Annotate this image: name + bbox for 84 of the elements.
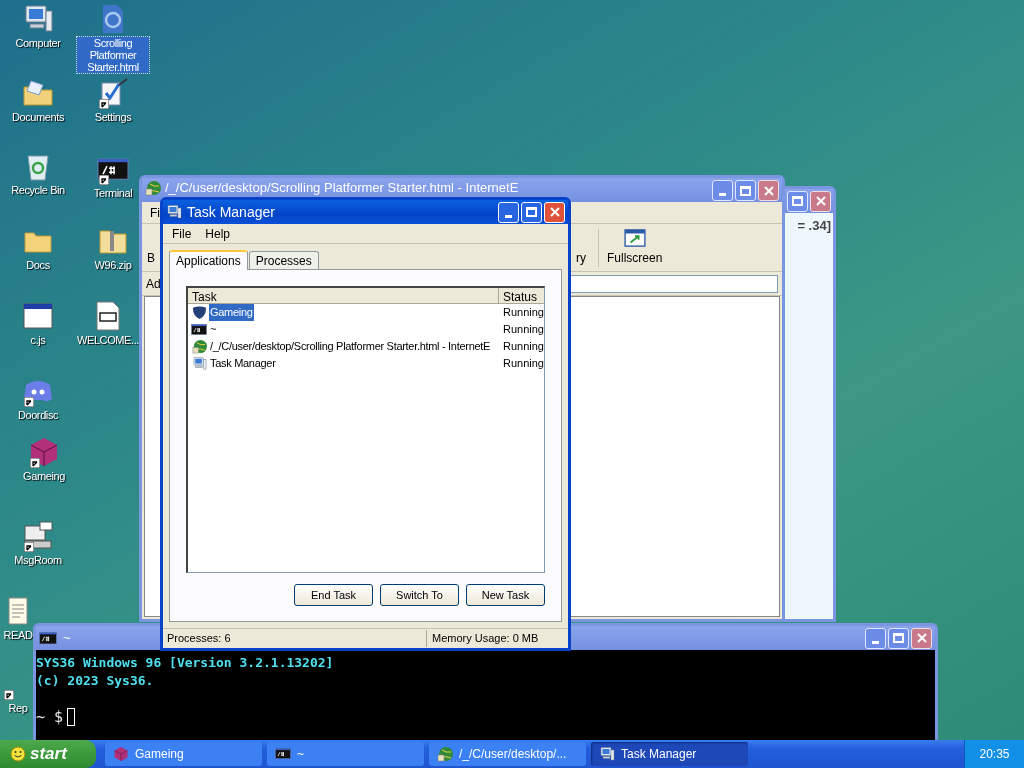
desktop-icon-label[interactable]: Docs [25, 259, 51, 271]
toolbar-label[interactable]: B [147, 249, 155, 267]
dialog-button[interactable]: End Task [294, 584, 373, 606]
cursor [67, 708, 76, 726]
terminal-icon [191, 323, 207, 336]
task-status: Running [502, 339, 544, 355]
window-icon [22, 300, 54, 332]
address-field[interactable] [568, 274, 778, 293]
desktop-icon-label[interactable]: READ [2, 629, 34, 641]
maximize-button[interactable] [888, 627, 909, 649]
terminal-icon [39, 631, 57, 645]
desktop-icon-label[interactable]: Gameing [22, 470, 66, 482]
close-button[interactable] [810, 190, 831, 212]
terminal-line: SYS36 Windows 96 [Version 3.2.1.13202] [36, 654, 335, 672]
menu-item[interactable]: Fi [150, 203, 160, 222]
terminal-icon [275, 748, 291, 760]
desktop-icon-label[interactable]: WELCOME... [76, 334, 140, 346]
clock: 20:35 [979, 746, 1010, 763]
close-icon [815, 196, 826, 206]
window-text: = .34] [797, 217, 831, 235]
minimize-button[interactable] [865, 627, 886, 649]
close-button[interactable] [911, 627, 932, 649]
close-icon [763, 185, 774, 196]
column-header[interactable]: Status [499, 288, 544, 303]
desktop-icon-label[interactable]: Doordisc [16, 409, 60, 421]
tab[interactable]: Processes [248, 251, 319, 269]
desktop-icon-label[interactable]: Recycle Bin [10, 184, 66, 196]
desktop-icon-label[interactable]: c.js [29, 334, 47, 346]
computer-icon [22, 520, 54, 552]
desktop-icon-label[interactable]: MsgRoom [13, 554, 63, 566]
toolbar-label[interactable]: ry [576, 249, 586, 267]
desktop-icon-label[interactable]: Rep [7, 702, 29, 714]
task-name[interactable]: ~ [209, 321, 218, 338]
terminal-prompt: ~ $ [36, 708, 64, 726]
task-status: Running [502, 305, 544, 321]
terminal-icon [97, 157, 129, 181]
menu-item[interactable]: File [167, 224, 197, 243]
globe-icon [437, 746, 453, 762]
dialog-button[interactable]: Switch To [380, 584, 459, 606]
dialog-button[interactable]: New Task [466, 584, 545, 606]
fullscreen-button[interactable]: Fullscreen [598, 229, 663, 267]
fullscreen-icon [623, 229, 646, 247]
shield-icon [191, 305, 207, 320]
task-name[interactable]: /_/C/user/desktop/Scrolling Platformer Starter.html - InternetE [209, 338, 492, 355]
close-button[interactable] [758, 180, 779, 201]
desktop-icon-label[interactable]: Scrolling Platformer Starter.html [77, 37, 149, 73]
task-status: Running [502, 356, 544, 372]
taskbar-button[interactable]: Gameing [105, 742, 262, 766]
desktop-icon-label[interactable]: Computer [14, 37, 62, 49]
address-label: Ad [146, 275, 161, 293]
minimize-button[interactable] [712, 180, 733, 201]
desktop-icon-label[interactable]: Settings [93, 111, 133, 123]
computer-icon [166, 204, 182, 220]
maximize-button[interactable] [787, 190, 808, 212]
terminal-line: (c) 2023 Sys36. [36, 672, 155, 690]
folder-icon [22, 77, 54, 109]
close-icon [549, 207, 560, 217]
taskbar-button[interactable]: ~ [267, 742, 424, 766]
menu-item[interactable]: Help [200, 224, 236, 243]
start-button[interactable]: start [0, 740, 96, 768]
computer-icon [191, 356, 207, 371]
task-name[interactable]: Gameing [209, 304, 254, 321]
cube-icon [113, 746, 129, 762]
status-text: Processes: 6 [163, 630, 427, 647]
window-title: /_/C/user/desktop/Scrolling Platformer Starter.html - InternetE [165, 180, 519, 195]
computer-icon [599, 746, 615, 762]
column-header[interactable]: Task [188, 288, 499, 303]
globe-icon [145, 180, 161, 196]
computer-icon [22, 3, 54, 35]
close-icon [916, 633, 927, 643]
window-title: ~ [63, 629, 71, 648]
tab[interactable]: Applications [169, 250, 248, 270]
desktop-icon-label[interactable]: Terminal [92, 187, 134, 199]
taskbar-button[interactable]: /_/C/user/desktop/... [429, 742, 586, 766]
desktop-icon-label[interactable]: W96.zip [93, 259, 133, 271]
task-status: Running [502, 322, 544, 338]
globe-icon [191, 339, 207, 354]
task-name[interactable]: Task Manager [209, 355, 277, 372]
desktop-icon-label[interactable]: Documents [10, 111, 65, 123]
maximize-button[interactable] [735, 180, 756, 201]
taskbar-button[interactable]: Task Manager [591, 742, 748, 766]
window-title: Task Manager [187, 202, 276, 222]
status-text: Memory Usage: 0 MB [431, 631, 539, 647]
smiley-icon [10, 746, 26, 762]
